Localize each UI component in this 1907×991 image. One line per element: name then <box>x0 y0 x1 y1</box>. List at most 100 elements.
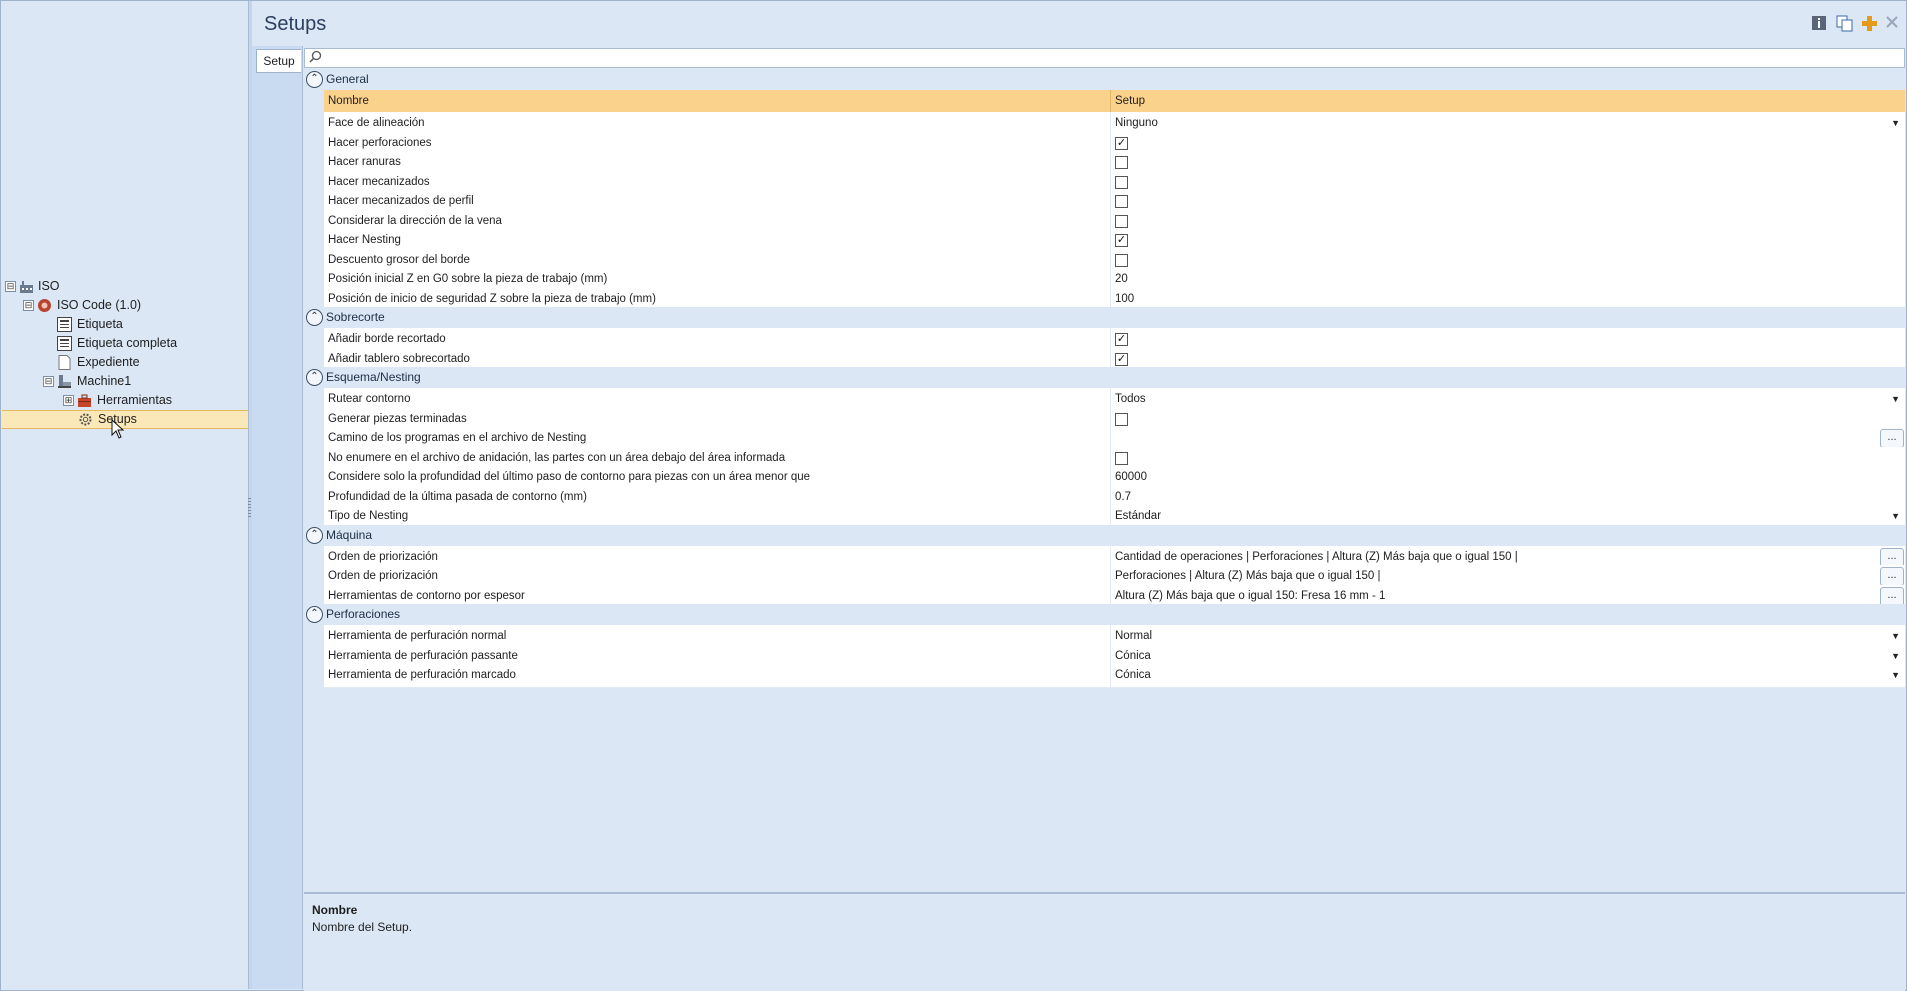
category-row-perforaciones: ⌃ Perforaciones <box>304 604 1905 625</box>
property-value-text: 60000 <box>1115 471 1147 483</box>
unchecked-checkbox[interactable] <box>1115 253 1128 267</box>
page-title: Setups <box>264 13 327 35</box>
collapse-expander[interactable]: ⊟ <box>43 376 54 387</box>
unchecked-checkbox[interactable] <box>1115 451 1128 465</box>
property-value-text: Altura (Z) Más baja que o igual 150: Fre… <box>1115 589 1386 602</box>
collapse-category-button[interactable]: ⌃ <box>306 71 323 88</box>
main-panel: Setups Setup ⌃ General Nombre Setup Face de … <box>252 1 1906 991</box>
property-name: Orden de priorización <box>328 570 438 582</box>
ellipsis-button[interactable]: ... <box>1880 567 1904 586</box>
property-value-text: Todos <box>1115 393 1146 405</box>
chevron-down-icon[interactable]: ▼ <box>1891 118 1900 128</box>
property-value-text: 0.7 <box>1115 490 1131 503</box>
property-value-text: Ninguno <box>1115 117 1158 129</box>
tree-node-label: ISO <box>38 279 60 293</box>
tree-node-iso-code[interactable]: ⊟ ISO Code (1.0) <box>23 296 243 315</box>
close-icon[interactable] <box>1883 15 1901 33</box>
chevron-down-icon[interactable]: ▼ <box>1891 670 1900 680</box>
splitter-grip-icon[interactable] <box>248 498 251 518</box>
property-name: Herramienta de perfuración marcado <box>328 669 516 681</box>
iso-code-icon <box>37 298 52 313</box>
property-value-text: Estándar <box>1115 510 1162 522</box>
property-name: Hacer mecanizados de perfil <box>328 195 474 207</box>
property-name: Hacer mecanizados <box>328 175 430 188</box>
add-icon[interactable] <box>1860 15 1878 33</box>
property-name: Rutear contorno <box>328 393 411 405</box>
category-label: Esquema/Nesting <box>326 370 421 384</box>
unchecked-checkbox[interactable] <box>1115 156 1128 169</box>
header-value-column: Setup <box>1110 90 1906 113</box>
property-value-text: Normal <box>1115 630 1153 642</box>
tree-node-label: Machine1 <box>77 374 132 388</box>
property-name: Considere solo la profundidad del último… <box>328 471 811 483</box>
header-value-label: Setup <box>1115 95 1146 107</box>
property-name: Posición inicial Z en G0 sobre la pieza … <box>328 273 608 285</box>
property-name: Herramienta de perfuración passante <box>328 649 518 662</box>
tree-node-label: Etiqueta <box>77 317 123 331</box>
chevron-down-icon[interactable]: ▼ <box>1891 631 1900 641</box>
collapse-category-button[interactable]: ⌃ <box>306 526 323 544</box>
property-row[interactable]: Herramienta de perfuración marcado Cónica… <box>324 664 1905 688</box>
document-icon <box>57 355 72 370</box>
tab-strip: Setup <box>252 46 303 989</box>
unchecked-checkbox[interactable] <box>1115 175 1128 189</box>
chevron-down-icon[interactable]: ▼ <box>1891 511 1900 521</box>
tree-node-etiqueta-completa[interactable]: Etiqueta completa <box>57 334 243 353</box>
copy-icon[interactable] <box>1835 15 1853 33</box>
ellipsis-button[interactable]: ... <box>1880 547 1904 567</box>
category-row-sobrecorte: ⌃ Sobrecorte <box>304 307 1905 328</box>
property-name: Añadir borde recortado <box>328 333 446 345</box>
tree-node-etiqueta[interactable]: Etiqueta <box>57 315 243 334</box>
property-name: Orden de priorización <box>328 550 438 563</box>
checked-checkbox[interactable]: ✓ <box>1115 234 1128 247</box>
category-label: Sobrecorte <box>326 310 385 324</box>
property-name: Hacer ranuras <box>328 156 401 168</box>
collapse-category-button[interactable]: ⌃ <box>306 606 323 623</box>
tree-node-machine1[interactable]: ⊟ Machine1 <box>43 372 243 391</box>
description-text: Nombre del Setup. <box>312 920 413 934</box>
tab-setup[interactable]: Setup <box>256 49 301 73</box>
checked-checkbox[interactable]: ✓ <box>1115 136 1128 150</box>
property-value-text: Cantidad de operaciones | Perforaciones … <box>1115 550 1518 563</box>
chevron-down-icon[interactable]: ▼ <box>1891 651 1900 661</box>
toolbox-icon <box>77 393 92 408</box>
collapse-expander[interactable]: ⊟ <box>23 300 34 311</box>
tree-node-herramientas[interactable]: ⊞ Herramientas <box>63 391 243 410</box>
description-panel: Nombre Nombre del Setup. <box>304 892 1905 991</box>
collapse-category-button[interactable]: ⌃ <box>306 369 323 386</box>
property-value[interactable]: Cónica ▼ <box>1110 664 1906 687</box>
search-input[interactable] <box>304 48 1905 68</box>
expand-expander[interactable]: ⊞ <box>63 395 74 406</box>
property-value-text: Perforaciones | Altura (Z) Más baja que … <box>1115 570 1381 582</box>
factory-icon <box>19 279 34 294</box>
description-title: Nombre <box>312 903 358 917</box>
property-name: No enumere en el archivo de anidación, l… <box>328 451 786 464</box>
property-name: Profundidad de la última pasada de conto… <box>328 490 587 503</box>
property-value-text: Cónica <box>1115 669 1151 681</box>
ellipsis-button[interactable]: ... <box>1880 586 1904 606</box>
property-name: Generar piezas terminadas <box>328 412 467 425</box>
chevron-down-icon[interactable]: ▼ <box>1891 394 1900 404</box>
category-label: Máquina <box>326 527 373 542</box>
tree-node-setups[interactable]: Setups <box>2 410 248 429</box>
unchecked-checkbox[interactable] <box>1115 412 1128 426</box>
tree-node-label: Etiqueta completa <box>77 336 178 350</box>
label-icon <box>57 336 72 351</box>
checked-checkbox[interactable]: ✓ <box>1115 352 1128 366</box>
checked-checkbox[interactable]: ✓ <box>1115 333 1128 346</box>
unchecked-checkbox[interactable] <box>1115 195 1128 208</box>
category-row-m-quina: ⌃ Máquina <box>304 524 1905 546</box>
tree-node-expediente[interactable]: Expediente <box>57 353 243 372</box>
tree-node-iso[interactable]: ⊟ ISO <box>3 277 243 296</box>
ellipsis-button[interactable]: ... <box>1880 429 1904 448</box>
property-name: Descuento grosor del borde <box>328 253 470 266</box>
category-label: General <box>326 72 369 86</box>
property-value-text: 100 <box>1115 292 1135 305</box>
collapse-expander[interactable]: ⊟ <box>5 281 16 292</box>
tree-node-label: Expediente <box>77 355 140 369</box>
collapse-category-button[interactable]: ⌃ <box>306 309 323 326</box>
unchecked-checkbox[interactable] <box>1115 214 1128 228</box>
info-icon[interactable] <box>1810 15 1828 33</box>
label-icon <box>57 317 72 332</box>
tree-panel: ⊟ ISO ⊟ ISO Code (1.0) Etiqueta Etiqueta… <box>1 1 248 989</box>
